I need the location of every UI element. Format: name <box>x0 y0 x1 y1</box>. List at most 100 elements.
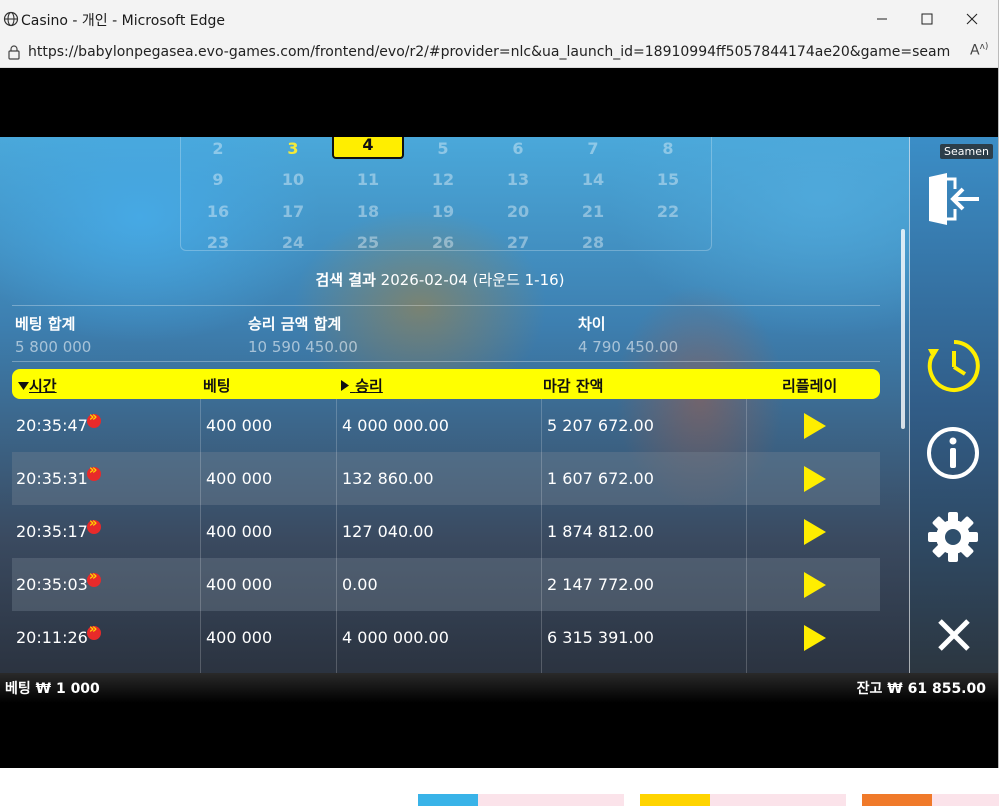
address-bar: https://babylonpegasea.evo-games.com/fro… <box>0 38 998 68</box>
ad-thumbnail[interactable] <box>418 794 624 806</box>
balance-cell: 1 607 672.00 <box>547 469 654 488</box>
scrollbar[interactable] <box>901 229 905 429</box>
win-cell: 4 000 000.00 <box>342 416 449 435</box>
status-bar: 베팅 ₩ 1 000 잔고 ₩ 61 855.00 <box>0 673 998 703</box>
url-field[interactable]: https://babylonpegasea.evo-games.com/fro… <box>28 44 950 60</box>
balance-cell: 5 207 672.00 <box>547 416 654 435</box>
calendar-day: 9 <box>212 170 224 189</box>
bet-header: 베팅 <box>203 377 231 395</box>
win-cell: 4 000 000.00 <box>342 628 449 647</box>
close-icon[interactable] <box>936 617 972 657</box>
calendar-day: 26 <box>431 233 455 252</box>
bet-total-label: 베팅 합계 <box>15 315 76 333</box>
calendar-day: 11 <box>356 170 380 189</box>
win-cell: 127 040.00 <box>342 522 434 541</box>
calendar-day: 12 <box>431 170 455 189</box>
bet-cell: 400 000 <box>206 575 273 594</box>
sort-desc-icon <box>18 382 29 390</box>
calendar-day: 14 <box>581 170 605 189</box>
calendar-day: 22 <box>656 202 680 221</box>
table-row: 20:35:47 400 000 4 000 000.00 5 207 672.00 <box>12 399 880 452</box>
replay-play-icon[interactable] <box>804 572 826 598</box>
column-divider <box>336 399 337 673</box>
replay-play-icon[interactable] <box>804 466 826 492</box>
fast-forward-icon <box>87 516 101 534</box>
replay-header: 리플레이 <box>782 377 838 395</box>
table-row: 20:11:26 400 000 4 000 000.00 6 315 391.00 <box>12 611 880 664</box>
table-row: 20:35:17 400 000 127 040.00 1 874 812.00 <box>12 505 880 558</box>
time-header-label: 시간 <box>29 377 57 395</box>
calendar-day: 7 <box>587 139 599 158</box>
search-result-label: 검색 결과 <box>315 271 376 289</box>
fast-forward-icon <box>87 463 101 481</box>
calendar-day: 28 <box>581 233 605 252</box>
search-result: 검색 결과 2026-02-04 (라운드 1-16) <box>0 269 880 290</box>
history-icon[interactable] <box>925 337 983 399</box>
bet-cell: 400 000 <box>206 469 273 488</box>
settings-icon[interactable] <box>925 509 981 569</box>
game-area: 2 3 4 5 6 7 8 9 10 11 12 13 14 15 16 17 18 19 20 21 22 23 24 25… <box>0 137 998 673</box>
calendar-day[interactable]: 3 <box>268 139 318 158</box>
browser-window: Casino - 개인 - Microsoft Edge https://bab… <box>0 0 999 768</box>
calendar-day: 25 <box>356 233 380 252</box>
sort-toggle-icon <box>341 380 349 391</box>
calendar-day: 20 <box>506 202 530 221</box>
column-divider <box>200 399 201 673</box>
search-result-value: 2026-02-04 (라운드 1-16) <box>380 271 565 289</box>
replay-play-icon[interactable] <box>804 625 826 651</box>
read-aloud-icon[interactable]: Aʌ) <box>970 42 988 59</box>
column-divider <box>746 399 747 673</box>
window-title: Casino - 개인 - Microsoft Edge <box>21 13 226 29</box>
time-cell: 20:35:17 <box>16 522 88 541</box>
calendar-day: 24 <box>281 233 305 252</box>
calendar-day: 6 <box>512 139 524 158</box>
ad-thumbnail[interactable] <box>640 794 846 806</box>
balance-cell: 6 315 391.00 <box>547 628 654 647</box>
time-cell: 20:35:31 <box>16 469 88 488</box>
calendar-day: 8 <box>662 139 674 158</box>
table-header: 시간 베팅 승리 마감 잔액 리플레이 <box>12 369 880 399</box>
divider <box>12 361 880 362</box>
sort-time-header[interactable]: 시간 <box>18 375 57 396</box>
time-cell: 20:11:26 <box>16 628 88 647</box>
replay-play-icon[interactable] <box>804 413 826 439</box>
sort-win-header[interactable]: 승리 <box>340 375 383 396</box>
calendar-day: 21 <box>581 202 605 221</box>
ad-thumbnail[interactable] <box>862 794 999 806</box>
table-row: 20:35:03 400 000 0.00 2 147 772.00 <box>12 558 880 611</box>
win-header-label: 승리 <box>355 377 383 395</box>
bet-cell: 400 000 <box>206 416 273 435</box>
diff-label: 차이 <box>578 315 606 333</box>
table-row: 20:35:31 400 000 132 860.00 1 607 672.00 <box>12 452 880 505</box>
info-icon[interactable] <box>925 425 981 485</box>
calendar-day: 23 <box>206 233 230 252</box>
replay-play-icon[interactable] <box>804 519 826 545</box>
calendar-day: 18 <box>356 202 380 221</box>
calendar-day: 2 <box>212 139 224 158</box>
lock-icon[interactable] <box>7 44 21 64</box>
bet-amount: 베팅 ₩ 1 000 <box>5 681 100 697</box>
win-total-label: 승리 금액 합계 <box>248 315 342 333</box>
win-total-value: 10 590 450.00 <box>248 338 358 356</box>
calendar-day[interactable]: 4 <box>332 137 404 159</box>
balance-cell: 1 874 812.00 <box>547 522 654 541</box>
calendar-day: 16 <box>206 202 230 221</box>
maximize-button[interactable] <box>907 6 947 32</box>
exit-icon[interactable] <box>925 173 983 229</box>
minimize-button[interactable] <box>862 6 902 32</box>
fast-forward-icon <box>87 410 101 428</box>
title-bar: Casino - 개인 - Microsoft Edge <box>0 0 998 38</box>
calendar-day: 19 <box>431 202 455 221</box>
globe-icon <box>3 11 19 31</box>
fast-forward-icon <box>87 569 101 587</box>
calendar-day: 13 <box>506 170 530 189</box>
right-sidebar: Seamen <box>909 137 998 673</box>
balance-cell: 2 147 772.00 <box>547 575 654 594</box>
time-cell: 20:35:03 <box>16 575 88 594</box>
diff-value: 4 790 450.00 <box>578 338 679 356</box>
bet-total-value: 5 800 000 <box>15 338 92 356</box>
game-tag: Seamen <box>940 144 993 159</box>
close-window-button[interactable] <box>952 6 992 32</box>
divider <box>12 305 880 306</box>
bet-cell: 400 000 <box>206 522 273 541</box>
